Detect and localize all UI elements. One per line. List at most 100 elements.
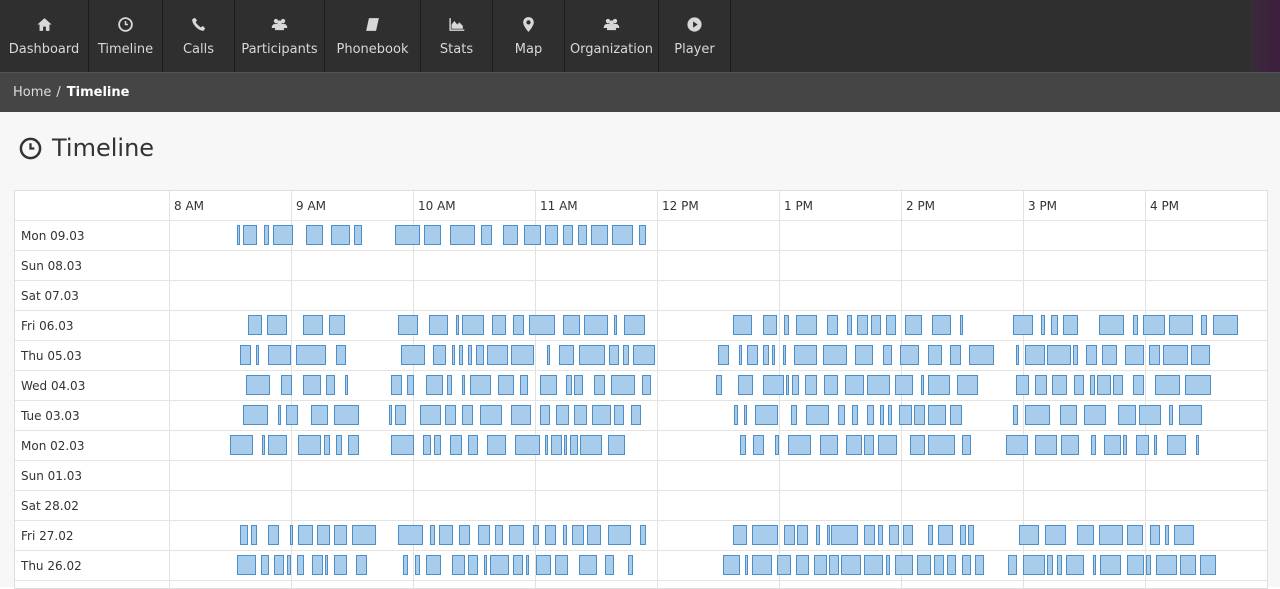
- call-event-bar[interactable]: [937, 525, 954, 545]
- call-event-bar[interactable]: [1155, 555, 1177, 575]
- call-event-bar[interactable]: [272, 225, 294, 245]
- call-event-bar[interactable]: [331, 225, 350, 245]
- call-event-bar[interactable]: [1052, 375, 1067, 395]
- call-event-bar[interactable]: [230, 435, 254, 455]
- call-event-bar[interactable]: [752, 525, 778, 545]
- call-event-bar[interactable]: [1148, 345, 1160, 365]
- call-event-bar[interactable]: [604, 555, 615, 575]
- call-event-bar[interactable]: [638, 225, 646, 245]
- call-event-bar[interactable]: [754, 405, 778, 425]
- call-event-bar[interactable]: [1091, 435, 1097, 455]
- call-event-bar[interactable]: [461, 375, 465, 395]
- call-event-bar[interactable]: [614, 405, 625, 425]
- call-event-bar[interactable]: [461, 315, 484, 335]
- call-event-bar[interactable]: [260, 555, 270, 575]
- call-event-bar[interactable]: [264, 225, 270, 245]
- call-event-bar[interactable]: [611, 225, 633, 245]
- call-event-bar[interactable]: [927, 525, 933, 545]
- call-event-bar[interactable]: [894, 375, 914, 395]
- call-event-bar[interactable]: [555, 405, 570, 425]
- call-event-bar[interactable]: [426, 555, 442, 575]
- call-event-bar[interactable]: [820, 435, 838, 455]
- call-event-bar[interactable]: [797, 525, 809, 545]
- call-event-bar[interactable]: [520, 375, 528, 395]
- call-event-bar[interactable]: [554, 555, 568, 575]
- call-event-bar[interactable]: [975, 555, 984, 575]
- call-event-bar[interactable]: [267, 435, 288, 455]
- call-event-bar[interactable]: [775, 435, 779, 455]
- call-event-bar[interactable]: [476, 345, 484, 365]
- call-event-bar[interactable]: [947, 555, 956, 575]
- call-event-bar[interactable]: [1102, 345, 1117, 365]
- call-event-bar[interactable]: [483, 555, 487, 575]
- call-event-bar[interactable]: [1025, 405, 1050, 425]
- call-event-bar[interactable]: [738, 345, 742, 365]
- call-event-bar[interactable]: [776, 555, 792, 575]
- call-event-bar[interactable]: [1113, 375, 1124, 395]
- call-event-bar[interactable]: [426, 375, 444, 395]
- call-event-bar[interactable]: [608, 525, 632, 545]
- call-event-bar[interactable]: [791, 405, 798, 425]
- call-event-bar[interactable]: [578, 555, 598, 575]
- call-event-bar[interactable]: [544, 525, 556, 545]
- call-event-bar[interactable]: [1169, 405, 1174, 425]
- call-event-bar[interactable]: [927, 345, 943, 365]
- call-event-bar[interactable]: [352, 525, 377, 545]
- call-event-bar[interactable]: [1199, 555, 1216, 575]
- call-event-bar[interactable]: [571, 525, 584, 545]
- call-event-bar[interactable]: [286, 405, 299, 425]
- call-event-bar[interactable]: [547, 345, 551, 365]
- call-event-bar[interactable]: [610, 375, 636, 395]
- call-event-bar[interactable]: [1013, 315, 1033, 335]
- call-event-bar[interactable]: [864, 555, 883, 575]
- call-event-bar[interactable]: [866, 405, 875, 425]
- call-event-bar[interactable]: [515, 435, 540, 455]
- call-event-bar[interactable]: [432, 345, 446, 365]
- call-event-bar[interactable]: [1142, 315, 1165, 335]
- call-event-bar[interactable]: [1051, 315, 1059, 335]
- call-event-bar[interactable]: [303, 375, 322, 395]
- call-event-bar[interactable]: [739, 435, 747, 455]
- call-event-bar[interactable]: [877, 435, 898, 455]
- call-event-bar[interactable]: [532, 525, 539, 545]
- call-event-bar[interactable]: [1123, 435, 1127, 455]
- call-event-bar[interactable]: [1126, 525, 1143, 545]
- call-event-bar[interactable]: [916, 555, 932, 575]
- call-event-bar[interactable]: [1098, 525, 1124, 545]
- call-event-bar[interactable]: [1149, 525, 1160, 545]
- call-event-bar[interactable]: [631, 405, 642, 425]
- call-event-bar[interactable]: [267, 345, 291, 365]
- call-event-bar[interactable]: [273, 555, 284, 575]
- call-event-bar[interactable]: [1132, 315, 1138, 335]
- call-event-bar[interactable]: [348, 435, 360, 455]
- call-event-bar[interactable]: [1136, 435, 1149, 455]
- call-event-bar[interactable]: [886, 315, 897, 335]
- call-event-bar[interactable]: [563, 225, 573, 245]
- call-event-bar[interactable]: [1092, 555, 1096, 575]
- call-event-bar[interactable]: [510, 405, 532, 425]
- call-event-bar[interactable]: [1005, 435, 1028, 455]
- call-event-bar[interactable]: [287, 555, 291, 575]
- call-event-bar[interactable]: [933, 555, 944, 575]
- call-event-bar[interactable]: [391, 435, 415, 455]
- call-event-bar[interactable]: [344, 375, 349, 395]
- call-event-bar[interactable]: [587, 525, 601, 545]
- call-event-bar[interactable]: [565, 375, 572, 395]
- call-event-bar[interactable]: [316, 525, 331, 545]
- call-event-bar[interactable]: [433, 435, 442, 455]
- call-event-bar[interactable]: [467, 555, 478, 575]
- call-event-bar[interactable]: [526, 555, 530, 575]
- call-event-bar[interactable]: [461, 405, 473, 425]
- call-event-bar[interactable]: [298, 435, 322, 455]
- call-event-bar[interactable]: [593, 375, 605, 395]
- call-event-bar[interactable]: [1154, 375, 1181, 395]
- call-event-bar[interactable]: [1118, 405, 1137, 425]
- call-event-bar[interactable]: [336, 435, 343, 455]
- call-event-bar[interactable]: [608, 435, 626, 455]
- call-event-bar[interactable]: [877, 525, 883, 545]
- call-event-bar[interactable]: [899, 345, 920, 365]
- call-event-bar[interactable]: [793, 345, 817, 365]
- call-event-bar[interactable]: [297, 555, 305, 575]
- call-event-bar[interactable]: [846, 435, 862, 455]
- call-event-bar[interactable]: [248, 315, 262, 335]
